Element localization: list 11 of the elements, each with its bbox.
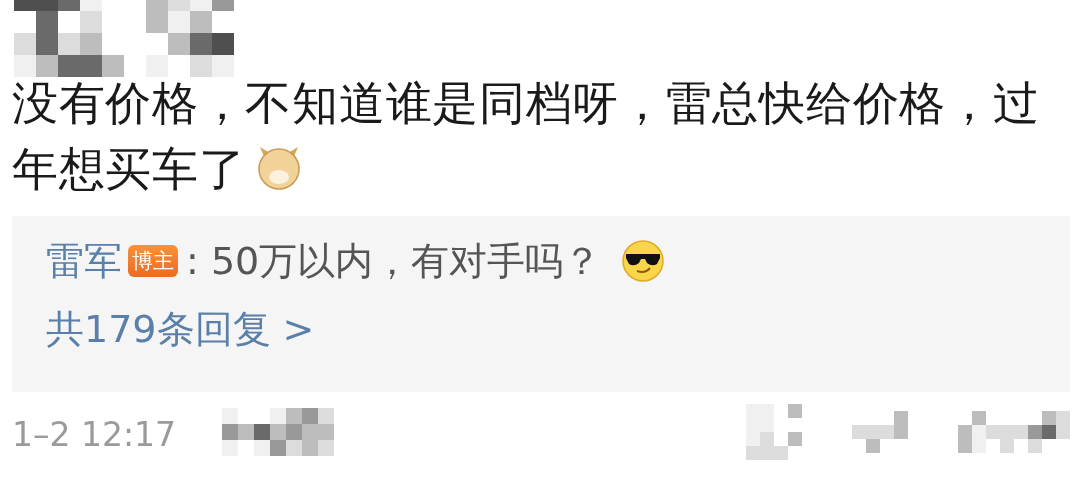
blogger-badge: 博主 xyxy=(128,245,178,277)
reply-text: : 50万以内，有对手吗？ xyxy=(186,238,602,285)
mosaic-drawing xyxy=(1014,411,1070,453)
mosaic-drawing xyxy=(746,404,802,460)
reply-count-link[interactable]: 共179条回复 > xyxy=(46,304,315,354)
comment-text: 没有价格，不知道谁是同档呀，雷总快给价格，过年想买车了 xyxy=(12,75,1041,198)
timestamp: 1–2 12:17 xyxy=(12,414,177,454)
reply-author[interactable]: 雷军 xyxy=(46,236,122,286)
mosaic-drawing xyxy=(852,411,908,453)
sunglasses-emoji-icon xyxy=(621,239,666,283)
mosaic-drawing xyxy=(958,411,1014,453)
